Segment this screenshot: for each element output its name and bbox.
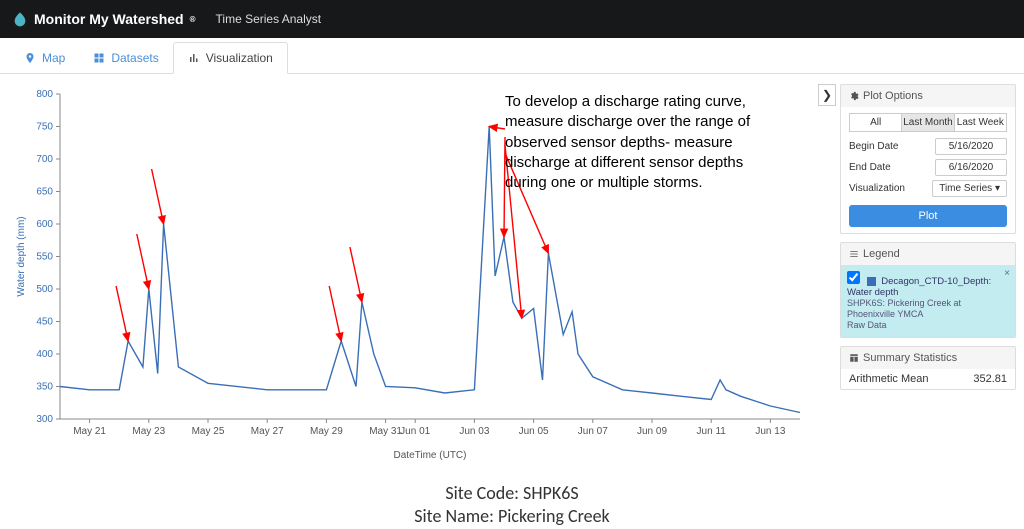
tab-map[interactable]: Map [10,43,79,73]
caret-down-icon: ▾ [995,183,1000,194]
summary-stats-header[interactable]: Summary Statistics [841,347,1015,369]
plot-button[interactable]: Plot [849,205,1007,227]
svg-text:Jun 07: Jun 07 [578,426,608,437]
begin-date-input[interactable]: 5/16/2020 [935,138,1007,155]
svg-text:700: 700 [36,154,53,165]
svg-text:Jun 05: Jun 05 [519,426,549,437]
time-range-buttons: All Last Month Last Week [849,113,1007,132]
legend-swatch [867,277,876,286]
visualization-select[interactable]: Time Series ▾ [932,180,1007,197]
svg-text:Water depth (mm): Water depth (mm) [16,216,27,296]
svg-text:May 29: May 29 [310,426,343,437]
plot-options-panel: Plot Options All Last Month Last Week Be… [840,84,1016,234]
app-header: Monitor My Watershed® Time Series Analys… [0,0,1024,38]
subapp-title: Time Series Analyst [216,12,322,26]
stat-mean-row: Arithmetic Mean 352.81 [841,369,1015,389]
svg-text:350: 350 [36,382,53,393]
svg-text:800: 800 [36,89,53,100]
svg-text:May 27: May 27 [251,426,284,437]
svg-text:600: 600 [36,219,53,230]
brand-text: Monitor My Watershed [34,11,184,27]
legend-series-item[interactable]: × Decagon_CTD-10_Depth: Water depth SHPK… [841,265,1015,337]
legend-panel: Legend × Decagon_CTD-10_Depth: Water dep… [840,242,1016,338]
svg-text:Jun 13: Jun 13 [755,426,785,437]
svg-text:450: 450 [36,317,53,328]
list-icon [849,249,859,259]
bar-chart-icon [188,52,200,64]
svg-text:May 21: May 21 [73,426,106,437]
range-last-month[interactable]: Last Month [902,113,954,132]
table-icon [849,353,859,363]
leaf-icon [12,11,28,27]
legend-series-checkbox[interactable] [847,271,860,284]
svg-text:May 23: May 23 [132,426,165,437]
svg-text:May 31: May 31 [369,426,402,437]
svg-text:500: 500 [36,284,53,295]
legend-header[interactable]: Legend [841,243,1015,265]
svg-text:650: 650 [36,187,53,198]
main-tabs: Map Datasets Visualization [0,38,1024,74]
svg-text:May 25: May 25 [192,426,225,437]
range-all[interactable]: All [849,113,902,132]
tab-datasets[interactable]: Datasets [79,43,172,73]
plot-options-header[interactable]: Plot Options [841,85,1015,107]
grid-icon [93,52,105,64]
svg-text:Jun 01: Jun 01 [400,426,430,437]
svg-text:Jun 03: Jun 03 [459,426,489,437]
brand[interactable]: Monitor My Watershed® [12,11,196,27]
sidebar-collapse-button[interactable]: ❯ [818,84,836,106]
chart-area: ❯ 300 350 400 450 500 550 600 650 700 750 800 May 2… [0,74,834,464]
svg-text:400: 400 [36,349,53,360]
svg-text:750: 750 [36,122,53,133]
svg-text:Jun 11: Jun 11 [697,426,727,437]
tab-visualization[interactable]: Visualization [173,42,288,74]
svg-text:300: 300 [36,414,53,425]
svg-text:Jun 09: Jun 09 [637,426,667,437]
sidebar: Plot Options All Last Month Last Week Be… [834,74,1024,464]
map-pin-icon [24,52,36,64]
gear-icon [849,91,859,101]
annotation-text: To develop a discharge rating curve, mea… [505,92,775,193]
range-last-week[interactable]: Last Week [955,113,1007,132]
svg-text:DateTime (UTC): DateTime (UTC) [394,450,467,461]
site-name-label: Site Name: Pickering Creek [0,505,1024,528]
site-code-label: Site Code: SHPK6S [0,482,1024,505]
svg-text:550: 550 [36,252,53,263]
close-icon[interactable]: × [1004,268,1010,279]
end-date-input[interactable]: 6/16/2020 [935,159,1007,176]
summary-stats-panel: Summary Statistics Arithmetic Mean 352.8… [840,346,1016,390]
